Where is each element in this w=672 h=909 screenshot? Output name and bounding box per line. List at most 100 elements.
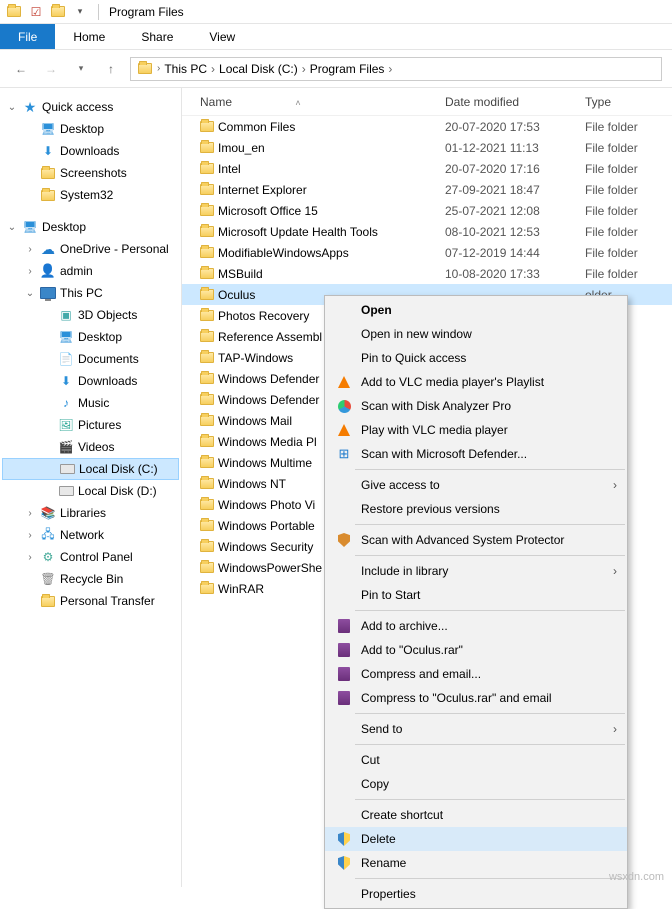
file-row[interactable]: Microsoft Update Health Tools08-10-2021 … <box>182 221 672 242</box>
file-type: File folder <box>585 246 672 260</box>
rar-icon <box>333 643 355 657</box>
desktop-icon: 🖥 <box>22 219 38 235</box>
tab-share[interactable]: Share <box>123 24 191 49</box>
file-name: Microsoft Office 15 <box>218 204 445 218</box>
tree-documents[interactable]: 📄Documents <box>2 348 179 370</box>
forward-button[interactable]: → <box>40 58 62 80</box>
context-menu: Open Open in new window Pin to Quick acc… <box>324 295 628 909</box>
ctx-compress-oculus-email[interactable]: Compress to "Oculus.rar" and email <box>325 686 627 710</box>
ctx-open-new-window[interactable]: Open in new window <box>325 322 627 346</box>
tree-pc-desktop[interactable]: 🖥Desktop <box>2 326 179 348</box>
disk-analyzer-icon <box>333 400 355 413</box>
nav-bar: ← → ▾ ↑ › This PC› Local Disk (C:)› Prog… <box>0 50 672 88</box>
folder-icon <box>200 541 218 552</box>
col-type[interactable]: Type <box>585 95 672 109</box>
ctx-cut[interactable]: Cut <box>325 748 627 772</box>
tab-file[interactable]: File <box>0 24 55 49</box>
file-row[interactable]: Common Files20-07-2020 17:53File folder <box>182 116 672 137</box>
separator <box>355 524 625 525</box>
tab-home[interactable]: Home <box>55 24 123 49</box>
qat-dropdown-icon[interactable]: ▾ <box>72 4 88 20</box>
tree-controlpanel[interactable]: ›⚙Control Panel <box>2 546 179 568</box>
folder-icon <box>200 247 218 258</box>
crumb-localdisk[interactable]: Local Disk (C:)› <box>219 62 306 76</box>
tree-qa-system32[interactable]: System32 <box>2 184 179 206</box>
file-row[interactable]: Intel20-07-2020 17:16File folder <box>182 158 672 179</box>
ctx-open[interactable]: Open <box>325 298 627 322</box>
music-icon: ♪ <box>58 395 74 411</box>
ctx-vlc-play[interactable]: Play with VLC media player <box>325 418 627 442</box>
tree-qa-screenshots[interactable]: Screenshots <box>2 162 179 184</box>
tree-pictures[interactable]: 🖼Pictures <box>2 414 179 436</box>
folder-icon <box>200 310 218 321</box>
ctx-delete[interactable]: Delete <box>325 827 627 851</box>
tree-local-c[interactable]: Local Disk (C:) <box>2 458 179 480</box>
ctx-system-protector[interactable]: Scan with Advanced System Protector <box>325 528 627 552</box>
crumb-programfiles[interactable]: Program Files› <box>310 62 393 76</box>
tree-libraries[interactable]: ›📚Libraries <box>2 502 179 524</box>
tree-desktop[interactable]: ⌄🖥Desktop <box>2 216 179 238</box>
controlpanel-icon: ⚙ <box>40 549 56 565</box>
nav-tree: ⌄★Quick access 🖥Desktop ⬇Downloads Scree… <box>0 88 182 887</box>
ctx-rename[interactable]: Rename <box>325 851 627 875</box>
title-bar: ☑ ▾ Program Files <box>0 0 672 24</box>
recent-dropdown[interactable]: ▾ <box>70 58 92 80</box>
crumb-thispc[interactable]: This PC› <box>164 62 215 76</box>
address-bar[interactable]: › This PC› Local Disk (C:)› Program File… <box>130 57 662 81</box>
folder-icon <box>200 226 218 237</box>
file-row[interactable]: Internet Explorer27-09-2021 18:47File fo… <box>182 179 672 200</box>
tree-music[interactable]: ♪Music <box>2 392 179 414</box>
tab-view[interactable]: View <box>191 24 253 49</box>
tree-local-d[interactable]: Local Disk (D:) <box>2 480 179 502</box>
tree-3dobjects[interactable]: ▣3D Objects <box>2 304 179 326</box>
tree-videos[interactable]: 🎬Videos <box>2 436 179 458</box>
file-row[interactable]: Imou_en01-12-2021 11:13File folder <box>182 137 672 158</box>
window-title: Program Files <box>103 5 184 19</box>
file-row[interactable]: MSBuild10-08-2020 17:33File folder <box>182 263 672 284</box>
ctx-compress-email[interactable]: Compress and email... <box>325 662 627 686</box>
ctx-copy[interactable]: Copy <box>325 772 627 796</box>
desktop-icon: 🖥 <box>40 121 56 137</box>
back-button[interactable]: ← <box>10 58 32 80</box>
tree-network[interactable]: ›🖧Network <box>2 524 179 546</box>
ctx-restore[interactable]: Restore previous versions <box>325 497 627 521</box>
tree-recycle[interactable]: 🗑Recycle Bin <box>2 568 179 590</box>
ctx-create-shortcut[interactable]: Create shortcut <box>325 803 627 827</box>
folder-icon <box>200 289 218 300</box>
tree-personal[interactable]: Personal Transfer <box>2 590 179 612</box>
file-date: 10-08-2020 17:33 <box>445 267 585 281</box>
separator <box>355 555 625 556</box>
ctx-add-oculus-rar[interactable]: Add to "Oculus.rar" <box>325 638 627 662</box>
file-row[interactable]: ModifiableWindowsApps07-12-2019 14:44Fil… <box>182 242 672 263</box>
tree-pc-downloads[interactable]: ⬇Downloads <box>2 370 179 392</box>
tree-quick-access[interactable]: ⌄★Quick access <box>2 96 179 118</box>
tree-qa-desktop[interactable]: 🖥Desktop <box>2 118 179 140</box>
up-button[interactable]: ↑ <box>100 58 122 80</box>
ctx-defender[interactable]: ⊞Scan with Microsoft Defender... <box>325 442 627 466</box>
file-date: 20-07-2020 17:16 <box>445 162 585 176</box>
col-name[interactable]: Name ˄ <box>200 95 445 109</box>
tree-qa-downloads[interactable]: ⬇Downloads <box>2 140 179 162</box>
tree-onedrive[interactable]: ›☁OneDrive - Personal <box>2 238 179 260</box>
ctx-add-archive[interactable]: Add to archive... <box>325 614 627 638</box>
ctx-give-access[interactable]: Give access to› <box>325 473 627 497</box>
tree-admin[interactable]: ›👤admin <box>2 260 179 282</box>
file-date: 20-07-2020 17:53 <box>445 120 585 134</box>
chevron-right-icon[interactable]: › <box>157 63 160 74</box>
qat-folder-icon[interactable] <box>50 4 66 20</box>
ctx-properties[interactable]: Properties <box>325 882 627 906</box>
col-date[interactable]: Date modified <box>445 95 585 109</box>
ctx-send-to[interactable]: Send to› <box>325 717 627 741</box>
folder-icon <box>200 499 218 510</box>
file-date: 07-12-2019 14:44 <box>445 246 585 260</box>
ctx-pin-start[interactable]: Pin to Start <box>325 583 627 607</box>
ctx-include-library[interactable]: Include in library› <box>325 559 627 583</box>
ctx-vlc-add[interactable]: Add to VLC media player's Playlist <box>325 370 627 394</box>
file-row[interactable]: Microsoft Office 1525-07-2021 12:08File … <box>182 200 672 221</box>
file-date: 08-10-2021 12:53 <box>445 225 585 239</box>
ctx-disk-analyzer[interactable]: Scan with Disk Analyzer Pro <box>325 394 627 418</box>
qat-checkbox-icon[interactable]: ☑ <box>28 4 44 20</box>
ribbon: File Home Share View <box>0 24 672 50</box>
ctx-pin-quick-access[interactable]: Pin to Quick access <box>325 346 627 370</box>
tree-thispc[interactable]: ⌄This PC <box>2 282 179 304</box>
